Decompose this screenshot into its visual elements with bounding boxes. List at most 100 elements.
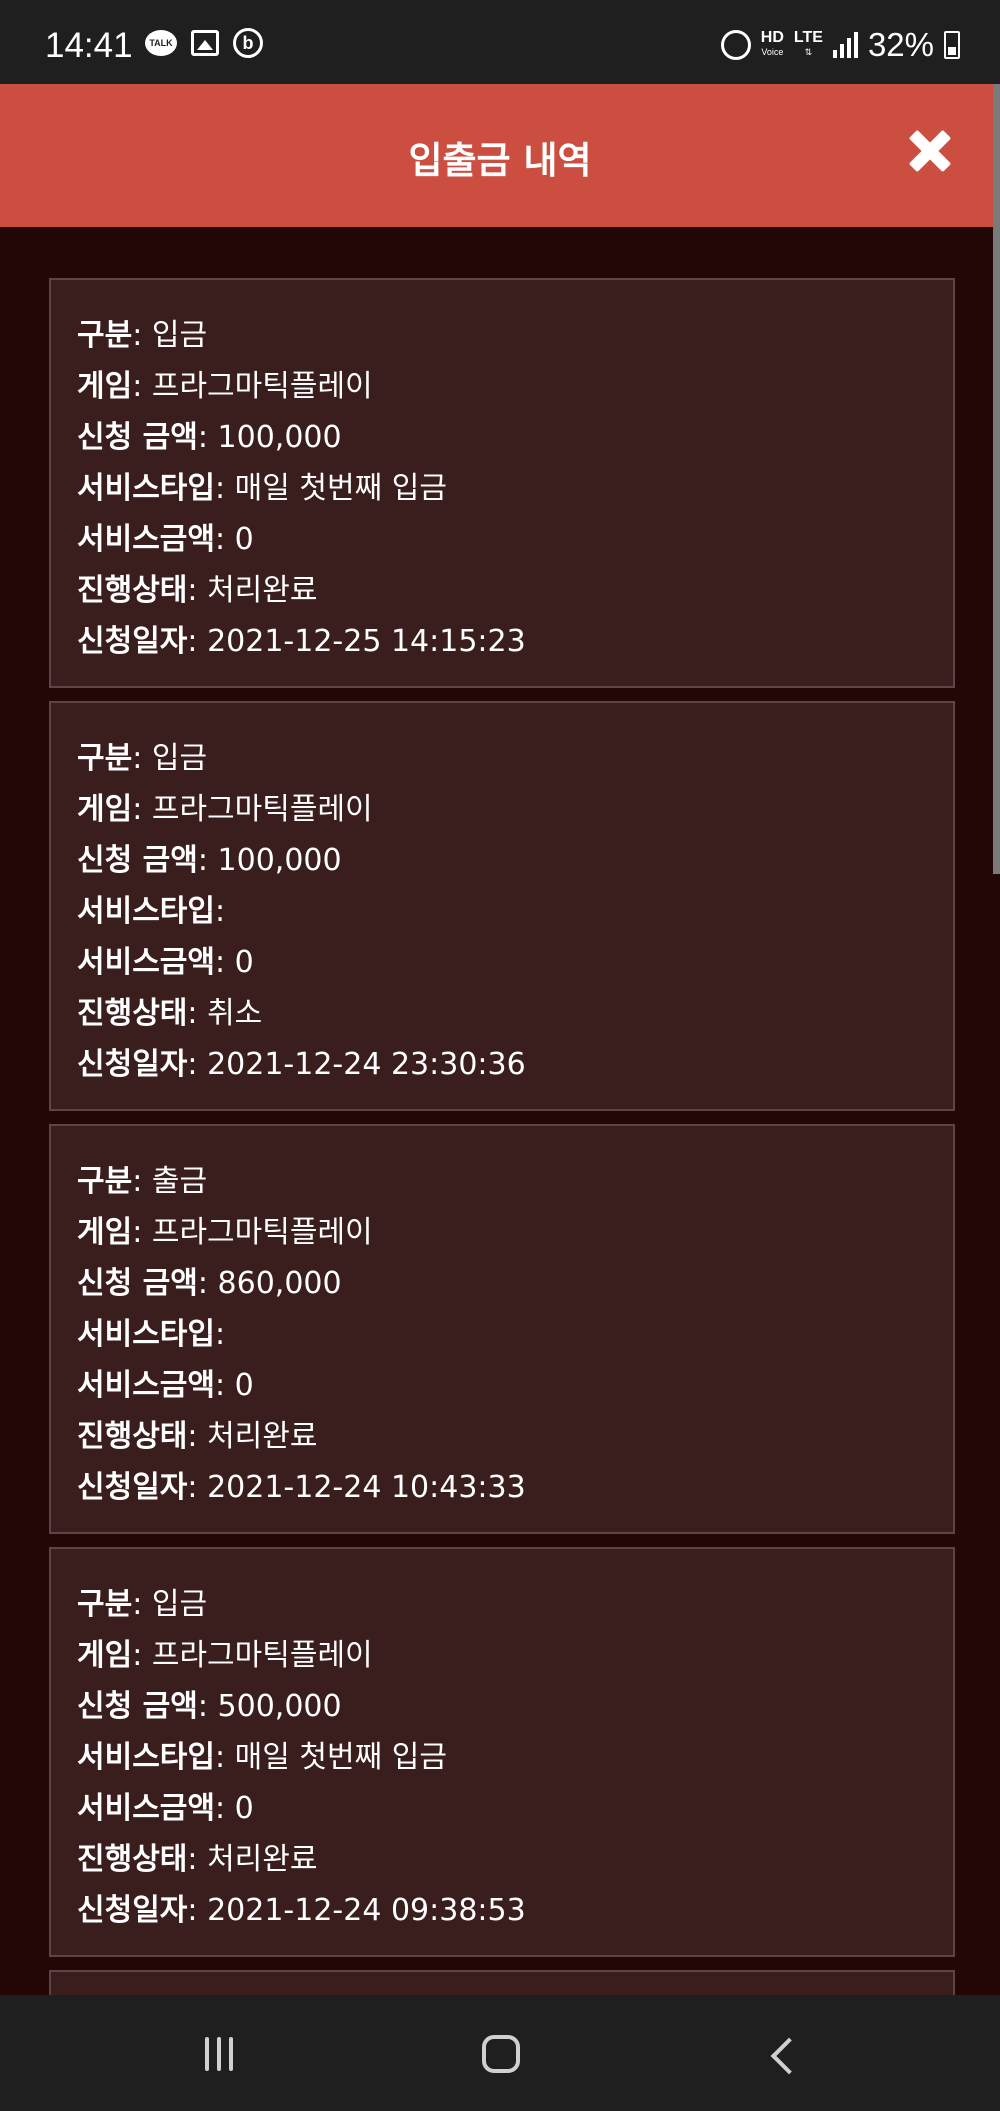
lte-icon: LTE ⇅ [793, 29, 823, 58]
recent-apps-icon[interactable] [205, 2037, 233, 2071]
field-service-type: 서비스타입: [77, 894, 226, 929]
field-service-type: 서비스타입: 매일 첫번째 입금 [77, 1740, 447, 1775]
status-time: 14:41 [45, 26, 133, 65]
field-label: 진행상태 [77, 573, 188, 608]
scrollbar[interactable] [993, 84, 1000, 874]
field-label: 진행상태 [77, 1419, 188, 1454]
field-amount: 신청 금액: 500,000 [77, 1689, 342, 1724]
field-status: 진행상태: 처리완료 [77, 1419, 318, 1454]
voice-label: Voice [761, 47, 784, 57]
field-label: 서비스타입 [77, 1740, 215, 1775]
field-value: 100,000 [217, 420, 342, 455]
transaction-card: 구분: 입금게임: 프라그마틱플레이신청 금액: 500,000 서비스타입: 매… [49, 1547, 955, 1957]
field-date: 신청일자: 2021-12-25 14:15:23 [77, 624, 526, 659]
lte-label: LTE [793, 29, 823, 46]
field-value: 매일 첫번째 입금 [234, 471, 447, 506]
field-type: 구분: 입금 [77, 741, 208, 776]
gallery-icon [191, 30, 219, 56]
field-value: 입금 [151, 741, 208, 776]
field-label: 서비스금액 [77, 1791, 215, 1826]
field-value: 프라그마틱플레이 [151, 1215, 373, 1250]
field-label: 서비스금액 [77, 1368, 215, 1403]
field-value: 0 [234, 522, 254, 557]
transaction-list: 구분: 입금 게임: 프라그마틱플레이 신청 금액: 100,000 서비스타입: 매… [49, 278, 955, 2023]
field-label: 신청일자 [77, 1470, 188, 1505]
field-label: 서비스금액 [77, 945, 215, 980]
field-label: 신청 금액 [77, 1689, 198, 1724]
field-label: 게임 [77, 792, 133, 827]
field-label: 게임 [77, 369, 133, 404]
field-label: 서비스타입 [77, 471, 215, 506]
back-icon[interactable] [770, 2037, 808, 2075]
field-service-type: 서비스타입: [77, 1317, 226, 1352]
alarm-icon [720, 30, 751, 60]
field-value: 860,000 [217, 1266, 342, 1301]
page-title: 입출금 내역 [408, 139, 592, 182]
field-label: 진행상태 [77, 996, 188, 1031]
field-service-amount: 서비스금액: 0 [77, 1791, 254, 1826]
field-type: 구분: 입금 [77, 1587, 208, 1622]
battery-charging-icon [944, 31, 960, 59]
field-amount: 신청 금액: 100,000 [77, 843, 342, 878]
field-label: 신청일자 [77, 624, 188, 659]
field-label: 구분 [77, 1587, 133, 1622]
hd-voice-icon: HD Voice [760, 29, 784, 59]
field-value: 2021-12-25 14:15:23 [207, 624, 526, 659]
field-game: 게임: 프라그마틱플레이 [77, 1638, 373, 1673]
field-service-type: 서비스타입: 매일 첫번째 입금 [77, 471, 447, 506]
field-label: 신청 금액 [77, 420, 198, 455]
field-value: 500,000 [217, 1689, 342, 1724]
field-label: 게임 [77, 1215, 133, 1250]
field-value: 입금 [151, 318, 208, 353]
transaction-card: 구분: 출금게임: 프라그마틱플레이신청 금액: 860,000 서비스타입: 서… [49, 1124, 955, 1534]
field-service-amount: 서비스금액: 0 [77, 945, 254, 980]
field-label: 구분 [77, 741, 133, 776]
field-value: 0 [234, 945, 254, 980]
field-date: 신청일자: 2021-12-24 10:43:33 [77, 1470, 526, 1505]
battery-percent: 32% [867, 26, 934, 63]
field-label: 신청 금액 [77, 1266, 198, 1301]
field-value: 매일 첫번째 입금 [234, 1740, 447, 1775]
hd-label: HD [760, 29, 784, 46]
field-service-amount: 서비스금액: 0 [77, 522, 254, 557]
transaction-card: 구분: 입금게임: 프라그마틱플레이신청 금액: 100,000 서비스타입: 서… [49, 701, 955, 1111]
modal-header: 입출금 내역 [0, 84, 1000, 227]
field-label: 신청일자 [77, 1047, 188, 1082]
home-icon[interactable] [482, 2035, 520, 2073]
field-label: 구분 [77, 318, 133, 353]
field-date: 신청일자: 2021-12-24 09:38:53 [77, 1893, 526, 1928]
field-value: 0 [234, 1368, 254, 1403]
field-label: 서비스타입 [77, 894, 215, 929]
field-label: 진행상태 [77, 1842, 188, 1877]
field-label: 신청 금액 [77, 843, 198, 878]
field-value: 2021-12-24 23:30:36 [207, 1047, 526, 1082]
field-label: 게임 [77, 1638, 133, 1673]
field-game: 게임: 프라그마틱플레이 [77, 369, 373, 404]
field-amount: 신청 금액: 860,000 [77, 1266, 342, 1301]
field-game: 게임: 프라그마틱플레이 [77, 1215, 373, 1250]
field-value: 처리완료 [207, 1419, 318, 1454]
notification-icons: TALK b [145, 28, 263, 58]
kakaotalk-icon: TALK [145, 30, 177, 56]
field-game: 게임: 프라그마틱플레이 [77, 792, 373, 827]
field-value: 0 [234, 1791, 254, 1826]
field-type: 구분: 출금 [77, 1164, 208, 1199]
navigation-bar [0, 1995, 1000, 2111]
transaction-card: 구분: 입금 게임: 프라그마틱플레이 신청 금액: 100,000 서비스타입: 매… [49, 278, 955, 688]
field-value: 100,000 [217, 843, 342, 878]
close-icon[interactable] [904, 125, 956, 177]
field-value: 프라그마틱플레이 [151, 792, 373, 827]
field-amount: 신청 금액: 100,000 [77, 420, 342, 455]
field-value: 처리완료 [207, 1842, 318, 1877]
field-label: 서비스금액 [77, 522, 215, 557]
field-value: 2021-12-24 10:43:33 [207, 1470, 526, 1505]
field-status: 진행상태: 처리완료 [77, 1842, 318, 1877]
signal-icon [832, 32, 858, 58]
field-date: 신청일자: 2021-12-24 23:30:36 [77, 1047, 526, 1082]
field-value: 2021-12-24 09:38:53 [207, 1893, 526, 1928]
field-label: 구분 [77, 1164, 133, 1199]
field-value: 프라그마틱플레이 [151, 369, 373, 404]
field-value: 입금 [151, 1587, 208, 1622]
field-status: 진행상태: 취소 [77, 996, 263, 1031]
field-service-amount: 서비스금액: 0 [77, 1368, 254, 1403]
